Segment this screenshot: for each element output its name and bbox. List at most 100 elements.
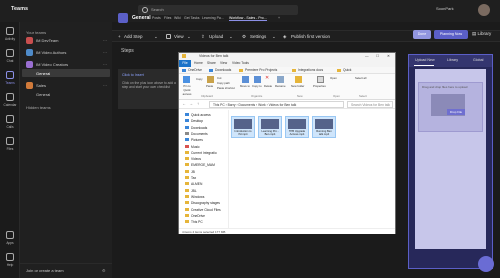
copy-button[interactable]: Copy (196, 77, 203, 81)
tab-file[interactable]: File (179, 60, 191, 67)
more-icon[interactable]: ⋯ (103, 62, 107, 67)
minimize-button[interactable]: — (365, 54, 369, 58)
copy-to-button[interactable]: Copy to (252, 84, 262, 88)
bookmark-onedrive[interactable]: OneDrive (188, 68, 202, 72)
nav-item[interactable]: Pictures (185, 138, 203, 142)
rail-item-help[interactable]: Help (0, 250, 20, 272)
maximize-button[interactable]: ☐ (376, 54, 379, 58)
channel-item-general[interactable]: General (22, 69, 110, 77)
file-item[interactable]: Introduction to IM.mp4 (231, 116, 255, 138)
pin-quick-access-button[interactable]: Pin to Quick access (180, 84, 194, 96)
move-to-button[interactable]: Move to (240, 84, 250, 88)
rail-item-activity[interactable]: Activity (0, 24, 20, 46)
address-bar[interactable]: This PC › Barry › Documents › Work › Vid… (209, 101, 344, 108)
tab-upload-new[interactable]: Upload New (415, 58, 435, 62)
up-icon[interactable]: ↑ (197, 101, 199, 106)
nav-item[interactable]: ALMEN (185, 182, 202, 186)
rail-item-calls[interactable]: Calls (0, 112, 20, 134)
tab-view[interactable]: View (220, 61, 227, 65)
add-step-button[interactable]: Add Step (124, 34, 143, 39)
upload-area[interactable]: Drag and drop files here to upload Drop … (415, 69, 486, 249)
hidden-teams-label[interactable]: Hidden teams (26, 105, 51, 110)
upload-button[interactable]: Upload (209, 34, 223, 39)
bookmark-integrations[interactable]: Integrations docs (298, 68, 323, 72)
gear-icon[interactable]: ⚙ (102, 268, 106, 273)
chat-bot-button[interactable] (478, 256, 494, 272)
file-item[interactable]: Running Ben talk.mp4 (312, 116, 336, 138)
tab-share[interactable]: Share (207, 61, 216, 65)
tab-library[interactable]: Library (447, 58, 458, 62)
tab-add[interactable]: + (278, 16, 280, 20)
delete-button[interactable]: Delete (264, 84, 272, 88)
file-explorer-window[interactable]: Videos for Ben talk — ☐ ✕ File Home Shar… (178, 52, 396, 234)
channel-name[interactable]: General (36, 92, 50, 97)
nav-item[interactable]: EMERGE_MAM (185, 163, 215, 167)
nav-item[interactable]: Discography stages (185, 201, 220, 205)
rail-item-apps[interactable]: Apps (0, 228, 20, 250)
planning-now-button[interactable]: Planning Now (434, 30, 468, 39)
library-button[interactable]: ▤ Library (472, 31, 491, 37)
sidebar-footer[interactable]: Join or create a team ⚙ (20, 263, 112, 278)
tab-home[interactable]: Home (194, 61, 203, 65)
copy-path-button[interactable]: Copy path (217, 81, 230, 85)
nav-item[interactable]: Current Integratio (185, 150, 217, 155)
nav-item[interactable]: Documents (185, 131, 208, 136)
rail-item-files[interactable]: Files (0, 134, 20, 156)
nav-item[interactable]: Videos (185, 157, 201, 161)
tab-workflow[interactable]: Workflow - Sales - Pro... (229, 16, 267, 21)
done-button[interactable]: Done (413, 30, 431, 39)
nav-item[interactable]: Quick access (185, 113, 211, 117)
team-name[interactable]: IM DevTeam (36, 38, 58, 43)
properties-button[interactable]: Properties (313, 84, 326, 88)
close-button[interactable]: ✕ (387, 54, 390, 58)
tab-files[interactable]: Files (164, 16, 171, 20)
file-item[interactable]: TPB Upgrade Access.mp4 (285, 116, 309, 138)
cut-button[interactable]: Cut (217, 76, 221, 80)
paste-shortcut-button[interactable]: Paste shortcut (217, 86, 235, 90)
nav-item[interactable]: Windows (185, 194, 204, 199)
bookmark-premiere[interactable]: Premiere Pro Projects (245, 68, 277, 72)
join-team-link[interactable]: Join or create a team (26, 268, 64, 273)
open-button[interactable]: Open (330, 76, 337, 80)
file-item[interactable]: Learning Pro - Ben.mp4 (258, 116, 282, 138)
team-name[interactable]: IM Video Creators (36, 62, 68, 67)
rail-item-chat[interactable]: Chat (0, 46, 20, 68)
nav-item[interactable]: This PC (185, 220, 203, 224)
insert-step-link[interactable]: Click to Insert (122, 73, 144, 77)
back-icon[interactable]: ← (182, 101, 186, 106)
nav-item[interactable]: Tax (185, 176, 196, 180)
nav-item[interactable]: Downloads (185, 125, 207, 130)
tab-posts[interactable]: Posts (152, 16, 161, 20)
new-folder-button[interactable]: New folder (291, 84, 304, 88)
explorer-title-bar[interactable]: Videos for Ben talk — ☐ ✕ (179, 53, 395, 60)
tab-wiki[interactable]: Wiki (174, 16, 181, 20)
rename-button[interactable]: Rename (275, 84, 286, 88)
team-name[interactable]: IM Video Authors (36, 50, 66, 55)
more-icon[interactable]: ⋯ (103, 38, 107, 43)
nav-item[interactable]: JBL (185, 188, 197, 193)
nav-item[interactable]: Creative Cloud Files (185, 207, 221, 212)
forward-icon[interactable]: → (189, 101, 193, 106)
tab-global[interactable]: Global (473, 58, 483, 62)
tab-learning-path[interactable]: Learning Pa... (202, 16, 224, 20)
more-icon[interactable]: ⋯ (103, 83, 107, 88)
explorer-search-input[interactable]: Search Videos for Ben talk (347, 101, 393, 108)
bookmark-downloads[interactable]: Downloads (215, 68, 231, 72)
more-icon[interactable]: ⋯ (103, 50, 107, 55)
drop-zone[interactable]: Drag and drop files here to upload Drop … (418, 82, 483, 132)
paste-button[interactable]: Paste (206, 84, 213, 88)
bookmark-quick[interactable]: Quick (343, 68, 351, 72)
nav-item[interactable]: OneDrive (185, 213, 205, 218)
rail-item-calendar[interactable]: Calendar (0, 90, 20, 112)
rail-item-teams[interactable]: Teams (0, 68, 20, 90)
view-button[interactable]: View (174, 34, 184, 39)
nav-item[interactable]: Desktop (185, 119, 203, 123)
nav-item[interactable]: JB (185, 169, 195, 174)
tab-get-tasks[interactable]: Get Tasks (184, 16, 200, 20)
select-all-button[interactable]: Select all (355, 76, 366, 80)
publish-button[interactable]: Publish first version (291, 34, 330, 39)
tab-video-tools[interactable]: Video Tools (232, 61, 249, 65)
nav-item[interactable]: Music (185, 144, 200, 149)
team-name[interactable]: Sales (36, 83, 46, 88)
settings-button[interactable]: Settings (250, 34, 266, 39)
